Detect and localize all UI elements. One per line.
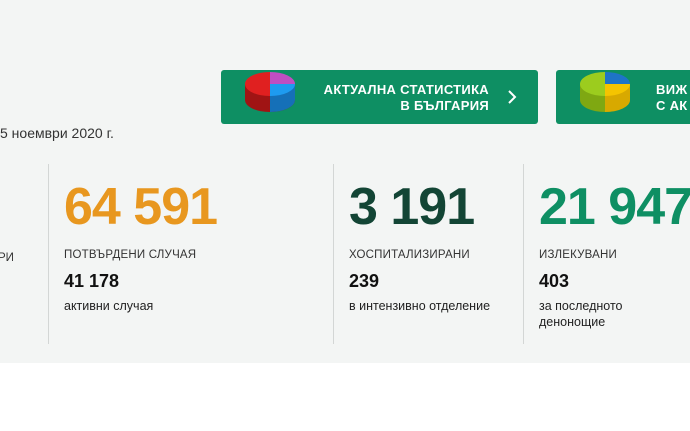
- current-statistics-button[interactable]: АКТУАЛНА СТАТИСТИКА В БЪЛГАРИЯ: [221, 70, 538, 124]
- divider: [523, 164, 524, 344]
- stat-sub-value: 41 178: [64, 271, 120, 291]
- stat-sub-caption: в интензивно отделение: [349, 299, 491, 313]
- stat-label: ИЗЛЕКУВАНИ: [539, 249, 617, 261]
- divider: [333, 164, 334, 344]
- stats-button-line2: В БЪЛГАРИЯ: [400, 98, 489, 113]
- more-button-line1: ВИЖ: [656, 82, 688, 97]
- stat-recovered: 21 947 ИЗЛЕКУВАНИ 403 за последното дено…: [539, 175, 690, 330]
- stats-button-line1: АКТУАЛНА СТАТИСТИКА: [323, 82, 489, 97]
- stat-sub-value: 403: [539, 271, 570, 291]
- stat-label: ПОТВЪРДЕНИ СЛУЧАЯ: [64, 249, 197, 261]
- date-text: 5 ноември 2020 г.: [0, 125, 114, 141]
- stats-button-label: АКТУАЛНА СТАТИСТИКА В БЪЛГАРИЯ: [321, 82, 489, 114]
- view-more-button[interactable]: ВИЖ С АК: [556, 70, 690, 124]
- more-button-line2: С АК: [656, 98, 688, 113]
- stat-confirmed: 64 591 ПОТВЪРДЕНИ СЛУЧАЯ 41 178 активни …: [64, 175, 218, 314]
- pie-chart-icon: [580, 72, 630, 112]
- stat-hospitalized: 3 191 ХОСПИТАЛИЗИРАНИ 239 в интензивно о…: [349, 175, 490, 314]
- stat-label: ХОСПИТАЛИЗИРАНИ: [349, 249, 470, 261]
- stats-panel: АКТУАЛНА СТАТИСТИКА В БЪЛГАРИЯ ВИЖ С АК …: [0, 0, 690, 363]
- stat-value: 21 947: [539, 178, 690, 236]
- stat-sub-caption: активни случая: [64, 299, 154, 313]
- stat-sub-caption: за последното денонощие: [539, 299, 623, 329]
- more-button-label: ВИЖ С АК: [656, 82, 690, 114]
- stat-sub-value: 239: [349, 271, 380, 291]
- divider: [48, 164, 49, 344]
- pie-chart-icon: [245, 72, 295, 112]
- partial-stat-label: РИ: [0, 252, 14, 264]
- stat-value: 64 591: [64, 178, 218, 236]
- stat-value: 3 191: [349, 178, 475, 236]
- chevron-right-icon: [508, 90, 517, 104]
